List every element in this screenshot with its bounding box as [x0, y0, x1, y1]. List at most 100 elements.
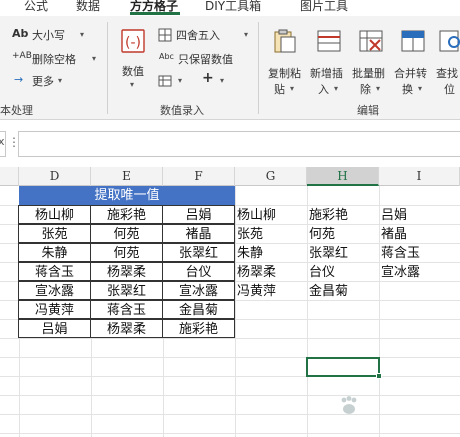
name-box[interactable]: x — [0, 131, 6, 157]
formula-input[interactable] — [18, 131, 460, 157]
table-cell[interactable]: 吕娟 — [18, 319, 91, 338]
find-button[interactable]: 查找 位 — [434, 24, 460, 100]
remove-space-button[interactable]: +AB 删除空格 ▾ — [10, 50, 100, 68]
result-cell[interactable]: 杨山柳 — [235, 206, 276, 225]
value-button[interactable]: (-) 数值 ▾ — [116, 24, 152, 96]
arrow-right-icon: → — [14, 73, 24, 86]
table-cell[interactable]: 何苑 — [90, 224, 163, 243]
active-cell-selection[interactable] — [306, 357, 380, 377]
table-cell[interactable]: 台仪 — [162, 262, 235, 281]
keep-value-button[interactable]: Abc 只保留数值 — [158, 50, 248, 68]
ribbon-separator — [107, 22, 108, 114]
result-cell[interactable]: 褚晶 — [379, 225, 407, 244]
watermark-logo — [336, 389, 454, 429]
batch-delete-button[interactable]: 批量删 除 ▾ — [350, 24, 392, 100]
insert-label-2: 入 — [318, 83, 329, 96]
result-cell[interactable]: 杨翠柔 — [235, 263, 276, 282]
search-icon — [439, 30, 460, 52]
chevron-down-icon: ▾ — [130, 80, 135, 89]
column-header-e[interactable]: E — [91, 167, 163, 186]
table-cell[interactable]: 冯黄萍 — [18, 300, 91, 319]
column-header-h[interactable]: H — [307, 167, 379, 186]
tab-picture-tools[interactable]: 图片工具 — [300, 0, 348, 14]
table-cell[interactable]: 宣冰露 — [18, 281, 91, 300]
chevron-down-icon: ▾ — [220, 76, 225, 85]
merge-convert-button[interactable]: 合并转 换 ▾ — [392, 24, 434, 100]
table-cell[interactable]: 蒋含玉 — [18, 262, 91, 281]
ab-icon: Ab — [12, 27, 29, 40]
result-cell[interactable]: 台仪 — [307, 263, 335, 282]
result-cell[interactable]: 张苑 — [235, 225, 263, 244]
find-label: 查找 — [436, 67, 458, 80]
round-button[interactable]: 四舍五入 ▾ — [158, 26, 253, 44]
column-header-d[interactable]: D — [19, 167, 91, 186]
chevron-down-icon: ▾ — [376, 84, 381, 93]
chevron-down-icon: ▾ — [334, 84, 339, 93]
insert-label: 新增插 — [310, 67, 343, 80]
select-all-corner[interactable] — [0, 167, 19, 186]
chevron-down-icon: ▾ — [290, 84, 295, 93]
column-header-i[interactable]: I — [379, 167, 460, 186]
worksheet-grid[interactable]: D E F G H I 提取唯一值 杨山柳 施彩艳 吕娟 张苑 何苑 褚晶 朱静… — [0, 167, 460, 437]
result-cell[interactable]: 冯黄萍 — [235, 282, 276, 301]
delete-grid-icon — [359, 30, 383, 52]
chevron-down-icon: ▾ — [178, 76, 183, 85]
table-cell[interactable]: 宣冰露 — [162, 281, 235, 300]
keep-value-label: 只保留数值 — [178, 53, 233, 66]
table-cell[interactable]: 张翠红 — [90, 281, 163, 300]
gridline — [0, 376, 460, 377]
abc-icon: Abc — [159, 52, 174, 61]
merge-convert-label: 合并转 — [394, 67, 427, 80]
table-cell[interactable]: 蒋含玉 — [90, 300, 163, 319]
grid-icon — [158, 28, 172, 42]
table-cell[interactable]: 杨翠柔 — [90, 262, 163, 281]
insert-icon — [317, 30, 341, 52]
table-cell[interactable]: 施彩艳 — [90, 205, 163, 224]
insert-button[interactable]: 新增插 入 ▾ — [308, 24, 350, 100]
result-cell[interactable]: 施彩艳 — [307, 206, 348, 225]
remove-space-icon: +AB — [12, 51, 32, 61]
result-cell[interactable]: 蒋含玉 — [379, 244, 420, 263]
format-dropdown[interactable]: ▾ — [158, 72, 194, 90]
result-cell[interactable]: 朱静 — [235, 244, 263, 263]
table-cell[interactable]: 杨翠柔 — [90, 319, 163, 338]
table-cell[interactable]: 何苑 — [90, 243, 163, 262]
copy-paste-label: 复制粘 — [268, 67, 301, 80]
edit-group-label: 编辑 — [357, 104, 379, 117]
name-box-value: x — [0, 135, 5, 148]
table-cell[interactable]: 杨山柳 — [18, 205, 91, 224]
plus-dropdown[interactable]: + ▾ — [200, 70, 236, 90]
case-button[interactable]: Ab 大小写 ▾ — [10, 26, 95, 44]
text-group-label: 本处理 — [0, 104, 33, 117]
more-button[interactable]: → 更多 ▾ — [10, 72, 80, 90]
column-header-f[interactable]: F — [163, 167, 235, 186]
table-cell[interactable]: 施彩艳 — [162, 319, 235, 338]
fill-handle[interactable] — [376, 373, 382, 379]
tab-formulas[interactable]: 公式 — [24, 0, 48, 14]
plus-icon: + — [202, 70, 214, 86]
round-label: 四舍五入 — [176, 29, 220, 42]
result-cell[interactable]: 宣冰露 — [379, 263, 420, 282]
formula-bar: x ⋮ — [0, 121, 460, 167]
column-header-g[interactable]: G — [235, 167, 307, 186]
table-cell[interactable]: 金昌菊 — [162, 300, 235, 319]
result-cell[interactable]: 张翠红 — [307, 244, 348, 263]
table-cell[interactable]: 褚晶 — [162, 224, 235, 243]
copy-paste-label-2: 贴 — [274, 83, 285, 96]
remove-space-label: 删除空格 — [32, 53, 76, 66]
title-cell[interactable]: 提取唯一值 — [19, 186, 235, 205]
table-cell[interactable]: 张翠红 — [162, 243, 235, 262]
table-cell[interactable]: 吕娟 — [162, 205, 235, 224]
chevron-down-icon: ▾ — [418, 84, 423, 93]
result-cell[interactable]: 何苑 — [307, 225, 335, 244]
table-cell[interactable]: 张苑 — [18, 224, 91, 243]
svg-text:(-): (-) — [125, 35, 141, 51]
result-cell[interactable]: 吕娟 — [379, 206, 407, 225]
result-cell[interactable]: 金昌菊 — [307, 282, 348, 301]
table-cell[interactable]: 朱静 — [18, 243, 91, 262]
tab-diy-toolbox[interactable]: DIY工具箱 — [205, 0, 261, 14]
copy-paste-button[interactable]: 复制粘 贴 ▾ — [264, 24, 306, 100]
table-icon — [158, 75, 172, 87]
clipboard-icon — [274, 29, 296, 53]
tab-data[interactable]: 数据 — [76, 0, 100, 14]
